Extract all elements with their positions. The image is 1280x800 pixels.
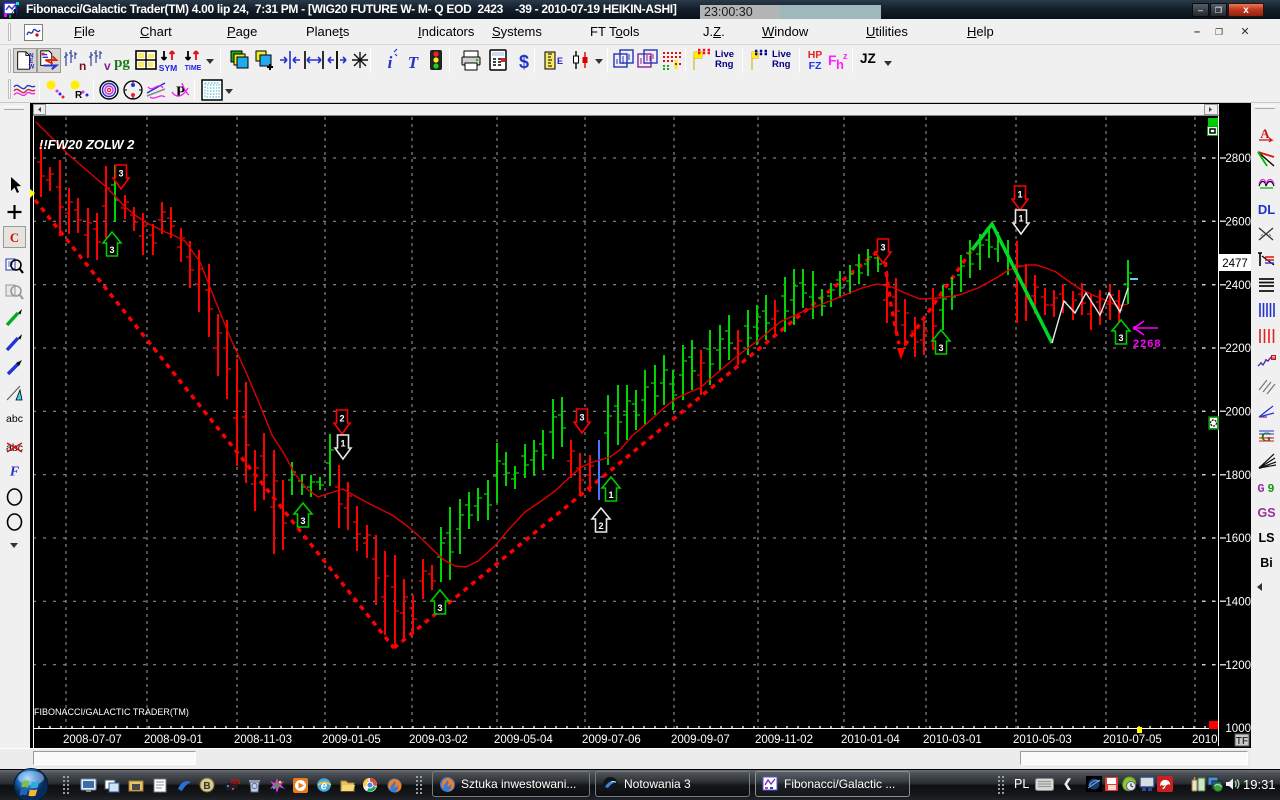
svg-text:2010-05-03: 2010-05-03 — [1013, 734, 1072, 746]
svg-text:!!FW20 ZOLW 2: !!FW20 ZOLW 2 — [39, 137, 135, 152]
svg-text:SYM: SYM — [159, 63, 177, 73]
svg-text:2009-09-07: 2009-09-07 — [671, 734, 730, 746]
svg-text:2600: 2600 — [1225, 217, 1251, 229]
svg-text:2009-05-04: 2009-05-04 — [494, 734, 553, 746]
svg-text:2: 2 — [598, 521, 603, 531]
svg-text:E: E — [557, 56, 563, 66]
svg-text:1800: 1800 — [1225, 470, 1251, 482]
svg-text:2477: 2477 — [1222, 258, 1248, 270]
svg-text:3: 3 — [300, 516, 305, 526]
svg-text:3: 3 — [938, 343, 943, 353]
svg-text:W: W — [29, 64, 35, 70]
svg-text:2010-03-01: 2010-03-01 — [923, 734, 982, 746]
svg-text:2008-07-07: 2008-07-07 — [63, 734, 122, 746]
svg-text:C: C — [10, 231, 19, 245]
svg-text:2800: 2800 — [1225, 153, 1251, 165]
svg-text:2008-11-03: 2008-11-03 — [234, 734, 292, 746]
svg-text:2010: 2010 — [1192, 734, 1218, 746]
svg-text:1: 1 — [608, 490, 613, 500]
svg-text:z: z — [843, 51, 848, 61]
svg-text:1200: 1200 — [1225, 660, 1251, 672]
svg-text:2200: 2200 — [1225, 343, 1251, 355]
svg-text:3: 3 — [118, 169, 123, 179]
svg-text:3: 3 — [109, 245, 114, 255]
svg-text:n: n — [79, 59, 86, 73]
svg-text:9: 9 — [1267, 482, 1274, 496]
svg-text:2008-09-01: 2008-09-01 — [144, 734, 203, 746]
svg-text:3: 3 — [437, 603, 442, 613]
svg-text:2000: 2000 — [1225, 407, 1251, 419]
svg-text:4: 4 — [11, 7, 17, 18]
svg-text:F: F — [9, 465, 20, 480]
svg-text:$: $ — [519, 52, 529, 72]
svg-text:1000: 1000 — [1225, 723, 1251, 735]
svg-text:3: 3 — [880, 243, 885, 253]
svg-text:T: T — [408, 53, 419, 72]
svg-text:2009-03-02: 2009-03-02 — [409, 734, 468, 746]
svg-text:2: 2 — [339, 414, 344, 424]
svg-text:3: 3 — [579, 413, 584, 423]
svg-text:3: 3 — [1118, 333, 1123, 343]
svg-text:pg: pg — [114, 55, 130, 71]
svg-text:2010-07-05: 2010-07-05 — [1103, 734, 1162, 746]
svg-text:GS: GS — [1257, 506, 1275, 520]
svg-text:2009-11-02: 2009-11-02 — [755, 734, 813, 746]
svg-text:G: G — [1257, 482, 1264, 496]
svg-text:abc: abc — [6, 413, 23, 425]
svg-text:1: 1 — [1017, 190, 1022, 200]
svg-text:1: 1 — [1018, 214, 1023, 224]
svg-text:i: i — [388, 53, 393, 72]
svg-text:LS: LS — [1259, 531, 1275, 545]
svg-text:FIBONACCI/GALACTIC TRADER(TM): FIBONACCI/GALACTIC TRADER(TM) — [34, 707, 189, 717]
svg-text:TF: TF — [1236, 736, 1248, 747]
svg-text:Bi: Bi — [1260, 556, 1273, 570]
svg-text:A: A — [1260, 126, 1270, 141]
svg-text:2009-07-06: 2009-07-06 — [582, 734, 641, 746]
svg-text:2009-01-05: 2009-01-05 — [322, 734, 381, 746]
svg-text:2268: 2268 — [1133, 338, 1161, 350]
svg-text:2010-01-04: 2010-01-04 — [841, 734, 900, 746]
svg-text:2400: 2400 — [1225, 280, 1251, 292]
svg-text:1: 1 — [340, 439, 345, 449]
svg-text:DL: DL — [1258, 202, 1275, 217]
svg-text:TIME: TIME — [185, 65, 202, 72]
svg-text:1600: 1600 — [1225, 533, 1251, 545]
svg-text:1400: 1400 — [1225, 597, 1251, 609]
